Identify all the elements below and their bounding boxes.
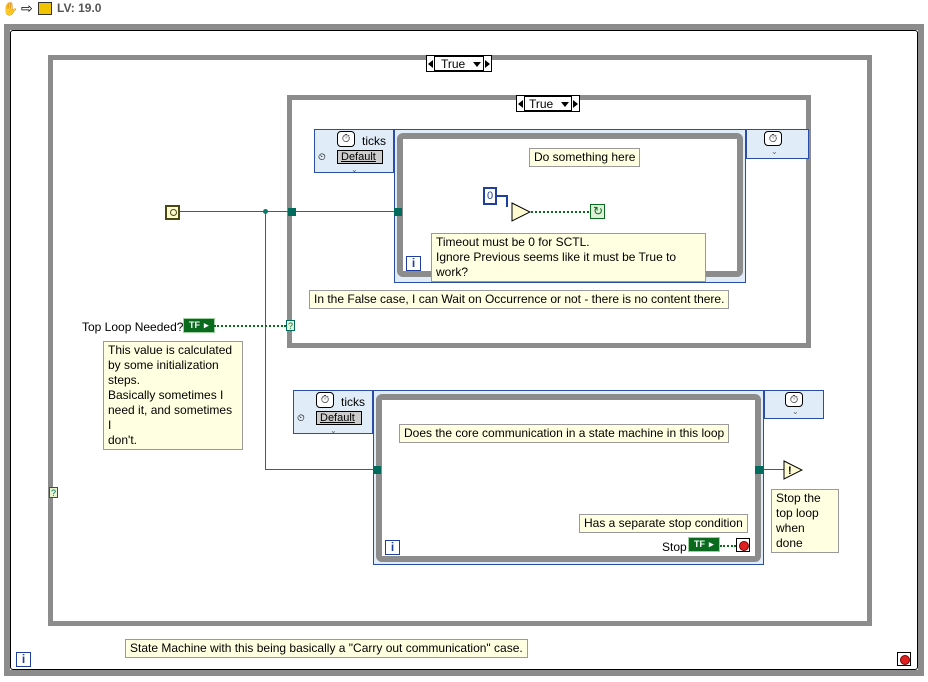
- wait-on-occurrence-node[interactable]: [511, 202, 532, 222]
- zero-constant-value: 0: [487, 190, 494, 202]
- outer-case-value-box[interactable]: True: [434, 56, 484, 71]
- inner-case-next[interactable]: [572, 96, 579, 111]
- wire-dotted: [531, 211, 589, 213]
- bottom-sctl-input-node[interactable]: ⏱ ticks ⏲ Default ⌄: [293, 390, 373, 435]
- timing-source-icon: ⏲: [297, 413, 305, 424]
- top-loop-needed-terminal-text: TF: [189, 320, 200, 330]
- bottom-sctl-default: Default: [320, 412, 355, 424]
- wire-stop: [720, 545, 736, 547]
- top-sctl-output-node[interactable]: ⏱ ⌄: [746, 129, 809, 159]
- comment-calc-line1: This value is calculated: [108, 343, 233, 357]
- comment-do-something[interactable]: Do something here: [529, 148, 641, 167]
- bottom-sctl-output-node[interactable]: ⏱ ⌄: [764, 390, 824, 419]
- comment-calc-line2: by some initialization: [108, 358, 219, 372]
- comment-timeout-line2: Ignore Previous seems like it must be Tr…: [436, 250, 677, 279]
- comment-calc-line6: don't.: [108, 433, 137, 447]
- occurrence-source[interactable]: [165, 205, 180, 220]
- clock-icon: ⏱: [785, 392, 803, 407]
- arrow-icon[interactable]: ⇨: [21, 0, 33, 17]
- occurrence-icon: [170, 209, 177, 216]
- clock-icon: ⏱: [316, 392, 334, 408]
- top-sctl-default-box[interactable]: Default: [337, 150, 383, 164]
- bottom-sctl-tunnel-in: [373, 466, 381, 474]
- bottom-sctl-iteration: i: [385, 540, 400, 555]
- outer-loop-stop-button[interactable]: [897, 652, 911, 666]
- svg-text:!: !: [788, 465, 792, 477]
- stop-terminal-text: TF: [694, 539, 705, 549]
- comment-state-machine[interactable]: State Machine with this being basically …: [125, 639, 528, 658]
- top-sctl-input-node[interactable]: ⏱ ticks ⏲ Default ⌄: [314, 129, 394, 174]
- inner-case-prev[interactable]: [517, 96, 524, 111]
- clock-icon: ⏱: [764, 131, 782, 146]
- hand-icon[interactable]: ✋: [2, 1, 18, 17]
- bottom-sctl-ticks: ticks: [341, 395, 365, 409]
- bottom-sctl-inner: [376, 394, 761, 562]
- chevron-down-icon: ⌄: [330, 426, 337, 435]
- comment-false-case[interactable]: In the False case, I can Wait on Occurre…: [309, 290, 730, 309]
- toolbar: ✋ ⇨ LV: 19.0: [0, 0, 928, 18]
- top-loop-needed-terminal[interactable]: TF ▸: [183, 318, 215, 333]
- wire-zero-down: [506, 195, 508, 207]
- inner-case-tunnel: [288, 208, 296, 216]
- set-occurrence-node[interactable]: !: [783, 460, 804, 480]
- lv-logo-icon[interactable]: [38, 2, 52, 15]
- outer-case-selector-terminal[interactable]: ?: [49, 487, 58, 498]
- chevron-down-icon: ⌄: [792, 407, 799, 416]
- comment-calc-line5: need it, and sometimes I: [108, 403, 233, 432]
- comment-stop-line1: Stop the: [776, 491, 821, 505]
- chevron-down-icon: [473, 62, 481, 67]
- comment-timeout-line1: Timeout must be 0 for SCTL.: [436, 235, 590, 249]
- occurrence-indicator[interactable]: ↻: [590, 204, 605, 219]
- bottom-sctl-tunnel-out: [755, 466, 763, 474]
- comment-calc-line3: steps.: [108, 373, 141, 387]
- outer-case-prev[interactable]: [427, 56, 434, 71]
- bottom-sctl-stop-button[interactable]: [736, 538, 750, 552]
- comment-calculated[interactable]: This value is calculated by some initial…: [103, 341, 243, 450]
- inner-case-selector-terminal[interactable]: ?: [286, 320, 295, 331]
- wire-down: [265, 211, 266, 470]
- version-label: LV: 19.0: [57, 1, 102, 15]
- timing-source-icon: ⏲: [318, 152, 326, 163]
- zero-constant[interactable]: 0: [483, 187, 497, 205]
- refresh-icon: ↻: [593, 204, 604, 218]
- top-sctl-tunnel: [394, 208, 402, 216]
- terminal-arrow-icon: ▸: [709, 539, 714, 549]
- comment-timeout[interactable]: Timeout must be 0 for SCTL. Ignore Previ…: [431, 233, 706, 282]
- chevron-down-icon: ⌄: [351, 165, 358, 174]
- top-sctl-ticks: ticks: [362, 134, 386, 148]
- comment-stop-line3: when done: [776, 521, 805, 550]
- outer-case-value: True: [441, 57, 466, 71]
- inner-case-value: True: [529, 97, 554, 111]
- comment-core-communication[interactable]: Does the core communication in a state m…: [399, 424, 730, 443]
- chevron-down-icon: [561, 102, 569, 107]
- comment-stop-top-loop[interactable]: Stop the top loop when done: [771, 489, 839, 553]
- top-sctl-default: Default: [341, 151, 376, 163]
- wire-boolean: [214, 325, 286, 327]
- outer-case-next[interactable]: [484, 56, 491, 71]
- comment-stop-line2: top loop: [776, 506, 819, 520]
- top-loop-needed-label: Top Loop Needed?: [82, 320, 184, 334]
- comment-calc-line4: Basically sometimes I: [108, 388, 224, 402]
- top-sctl-iteration: i: [406, 256, 421, 271]
- stop-terminal[interactable]: TF ▸: [688, 537, 720, 552]
- clock-icon: ⏱: [337, 131, 355, 147]
- bottom-sctl-default-box[interactable]: Default: [316, 411, 362, 425]
- comment-separate-stop[interactable]: Has a separate stop condition: [579, 514, 748, 533]
- inner-case-value-box[interactable]: True: [524, 96, 572, 111]
- terminal-arrow-icon: ▸: [204, 320, 209, 330]
- outer-loop-iteration: i: [16, 652, 31, 667]
- chevron-down-icon: ⌄: [771, 147, 778, 156]
- stop-label: Stop: [662, 540, 687, 554]
